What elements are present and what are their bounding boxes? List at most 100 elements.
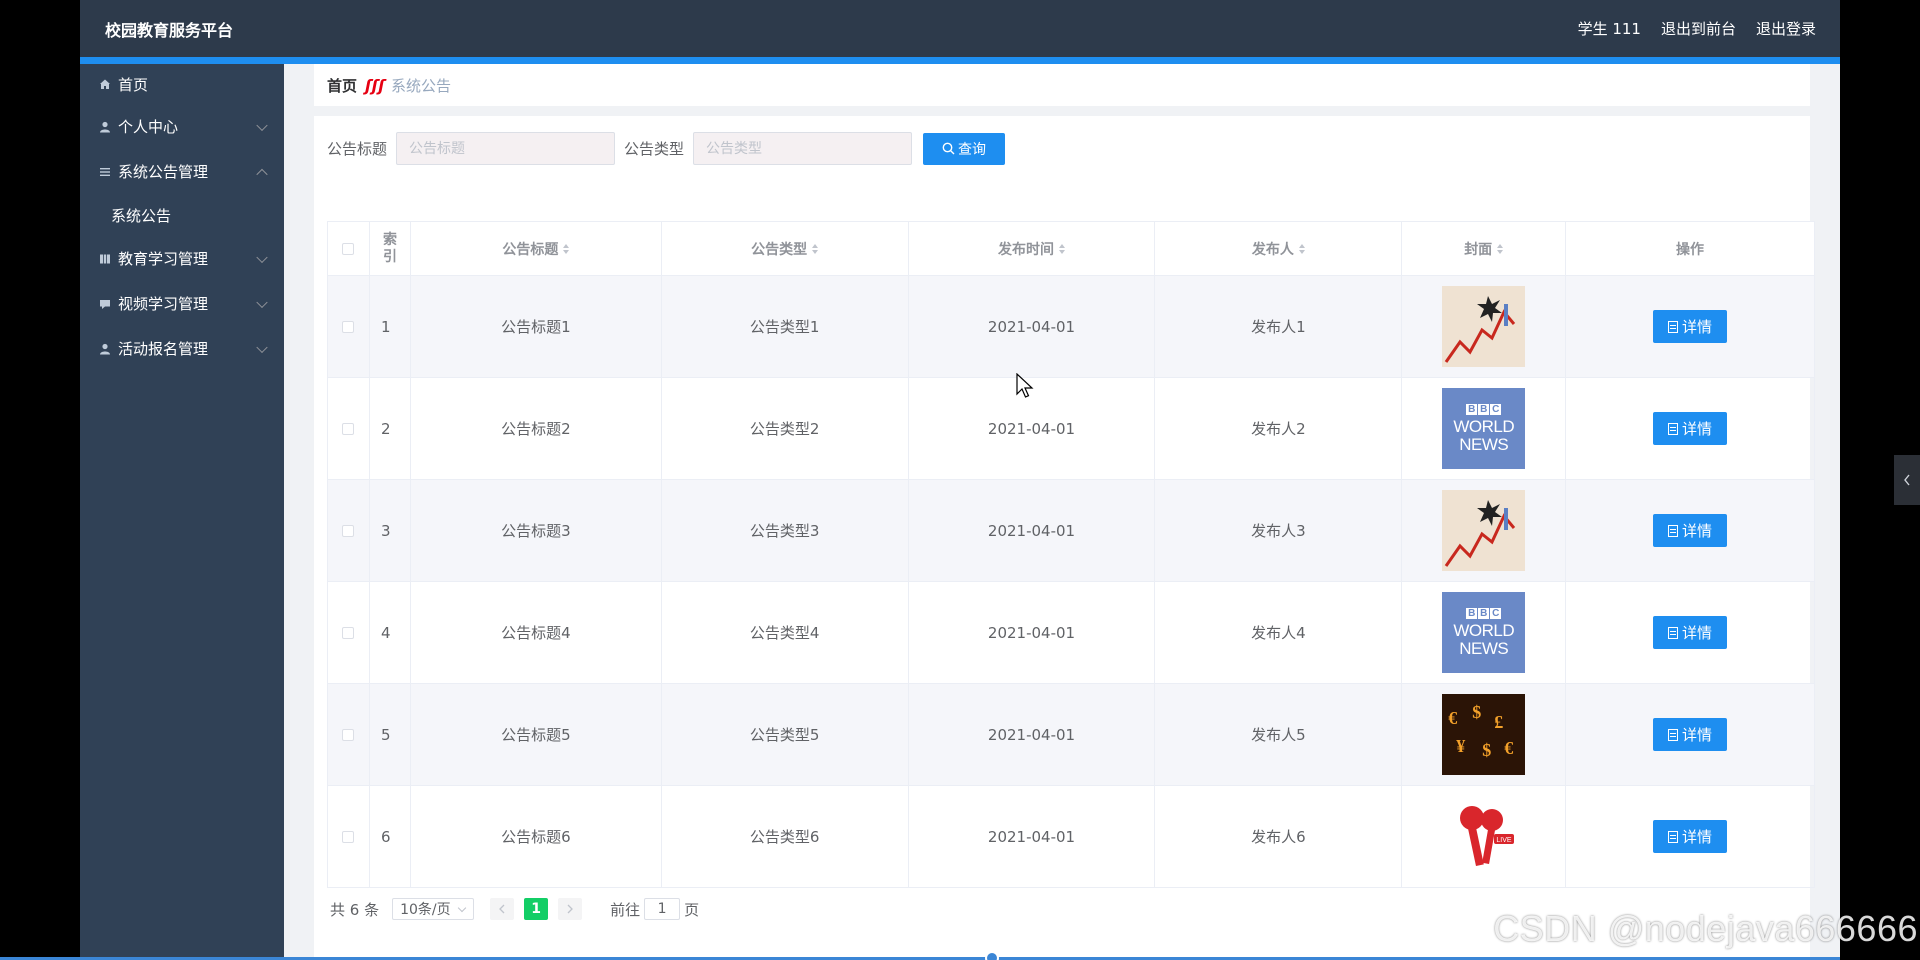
chevron-down-icon	[256, 251, 268, 263]
document-icon	[1668, 524, 1679, 537]
row-cover-cell: BBC WORLD NEWS	[1402, 582, 1567, 684]
header-cover[interactable]: 封面	[1402, 222, 1567, 276]
sidebar-item-education[interactable]: 教育学习管理	[80, 236, 284, 281]
document-icon	[1668, 626, 1679, 639]
header-title[interactable]: 公告标题	[410, 222, 662, 276]
row-title: 公告标题2	[410, 378, 662, 480]
row-index: 2	[369, 378, 411, 480]
chevron-right-icon	[567, 904, 574, 914]
sidebar-item-label: 视频学习管理	[118, 295, 209, 313]
query-button[interactable]: 查询	[923, 132, 1006, 165]
detail-button-label: 详情	[1682, 828, 1713, 846]
page-size-select[interactable]: 10条/页	[392, 898, 475, 920]
row-select-cell	[328, 684, 370, 786]
detail-button[interactable]: 详情	[1653, 412, 1728, 445]
row-time: 2021-04-01	[908, 786, 1156, 888]
currency-symbols-image: € $ £ ¥ $ €	[1442, 694, 1526, 775]
row-type: 公告类型6	[661, 786, 909, 888]
row-checkbox[interactable]	[342, 422, 355, 435]
csdn-watermark: CSDN @nodejava666666	[1493, 908, 1918, 949]
page-number-button[interactable]: 1	[524, 898, 549, 920]
row-checkbox[interactable]	[342, 728, 355, 741]
detail-button[interactable]: 详情	[1653, 718, 1728, 751]
row-cover-cell: € $ £ ¥ $ €	[1402, 684, 1567, 786]
row-cover-cell: LIVE	[1402, 786, 1567, 888]
top-header: 校园教育服务平台 学生 111 退出到前台 退出登录	[80, 0, 1840, 57]
sidebar-item-label: 个人中心	[118, 118, 179, 136]
sort-icon[interactable]	[1298, 243, 1305, 254]
video-progress-handle[interactable]	[985, 951, 999, 960]
sidebar-item-label: 系统公告管理	[118, 163, 209, 181]
prev-page-button[interactable]	[490, 898, 515, 920]
detail-button-label: 详情	[1682, 318, 1713, 336]
logout-link[interactable]: 退出登录	[1756, 18, 1816, 39]
detail-button[interactable]: 详情	[1653, 310, 1728, 343]
row-checkbox[interactable]	[342, 626, 355, 639]
table-row: 6 公告标题6 公告类型6 2021-04-01 发布人6 LIVE 详情	[328, 786, 1815, 888]
detail-button-label: 详情	[1682, 522, 1713, 540]
sort-icon[interactable]	[563, 243, 570, 254]
row-time: 2021-04-01	[908, 276, 1156, 378]
sidebar-item-home[interactable]: 首页	[80, 64, 284, 104]
document-icon	[1668, 320, 1679, 333]
stock-chart-image	[1442, 490, 1526, 571]
sidebar-item-activity[interactable]: 活动报名管理	[80, 326, 284, 371]
detail-button[interactable]: 详情	[1653, 820, 1728, 853]
title-search-label: 公告标题	[327, 140, 388, 158]
type-search-input[interactable]	[693, 132, 913, 165]
sort-icon[interactable]	[812, 243, 819, 254]
row-checkbox[interactable]	[342, 524, 355, 537]
row-action-cell: 详情	[1566, 582, 1815, 684]
row-checkbox[interactable]	[342, 320, 355, 333]
row-publisher: 发布人1	[1155, 276, 1403, 378]
chevron-left-icon	[1904, 474, 1910, 486]
row-type: 公告类型5	[661, 684, 909, 786]
header-time[interactable]: 发布时间	[908, 222, 1156, 276]
table-row: 2 公告标题2 公告类型2 2021-04-01 发布人2 BBC WORLD …	[328, 378, 1815, 480]
row-checkbox[interactable]	[342, 830, 355, 843]
breadcrumb: 首页 ʃʃʃ 系统公告	[314, 64, 1810, 106]
row-action-cell: 详情	[1566, 378, 1815, 480]
sidebar-subitem-announcement[interactable]: 系统公告	[80, 194, 284, 236]
detail-button[interactable]: 详情	[1653, 514, 1728, 547]
chevron-up-icon	[256, 168, 268, 180]
header-action: 操作	[1566, 222, 1815, 276]
row-title: 公告标题4	[410, 582, 662, 684]
breadcrumb-home[interactable]: 首页	[327, 75, 357, 96]
sort-icon[interactable]	[1497, 243, 1504, 254]
row-index: 4	[369, 582, 411, 684]
chevron-down-icon	[256, 296, 268, 308]
header-actions: 学生 111 退出到前台 退出登录	[1578, 18, 1816, 39]
current-user: 学生 111	[1577, 20, 1641, 38]
next-page-button[interactable]	[558, 898, 583, 920]
sort-icon[interactable]	[1059, 243, 1065, 254]
goto-page-input[interactable]	[644, 898, 681, 920]
announcement-panel: 公告标题 公告类型 查询 索引 公告标题 公告类型 发布时间	[314, 116, 1815, 958]
side-collapse-tab[interactable]	[1894, 455, 1920, 505]
row-action-cell: 详情	[1566, 276, 1815, 378]
document-icon	[1668, 728, 1679, 741]
chevron-down-icon	[256, 119, 268, 131]
announcement-table: 索引 公告标题 公告类型 发布时间 发布人 封面 操作 1 公告标题1 公告类型…	[327, 221, 1815, 888]
sidebar-item-video[interactable]: 视频学习管理	[80, 281, 284, 326]
grid-icon	[98, 252, 112, 266]
select-all-checkbox[interactable]	[342, 242, 355, 255]
sidebar-item-personal[interactable]: 个人中心	[80, 104, 284, 149]
title-search-input[interactable]	[396, 132, 616, 165]
row-cover-cell: BBC WORLD NEWS	[1402, 378, 1567, 480]
detail-button[interactable]: 详情	[1653, 616, 1728, 649]
sidebar-item-announcements[interactable]: 系统公告管理	[80, 149, 284, 194]
comment-icon	[98, 297, 112, 311]
row-publisher: 发布人2	[1155, 378, 1403, 480]
goto-prefix: 前往	[610, 900, 641, 919]
sidebar: 首页 个人中心 系统公告管理 系统公告 教育学习管理 视频学习管理 活动报名管理	[80, 64, 284, 960]
table-row: 1 公告标题1 公告类型1 2021-04-01 发布人1 详情	[328, 276, 1815, 378]
row-action-cell: 详情	[1566, 684, 1815, 786]
header-time-label: 发布时间	[998, 241, 1054, 258]
table-header-row: 索引 公告标题 公告类型 发布时间 发布人 封面 操作	[328, 222, 1815, 276]
header-type[interactable]: 公告类型	[661, 222, 909, 276]
back-to-front-link[interactable]: 退出到前台	[1661, 18, 1736, 39]
pagination: 共 6 条 10条/页 1 前往 页	[330, 898, 699, 920]
header-publisher[interactable]: 发布人	[1155, 222, 1403, 276]
detail-button-label: 详情	[1682, 726, 1713, 744]
